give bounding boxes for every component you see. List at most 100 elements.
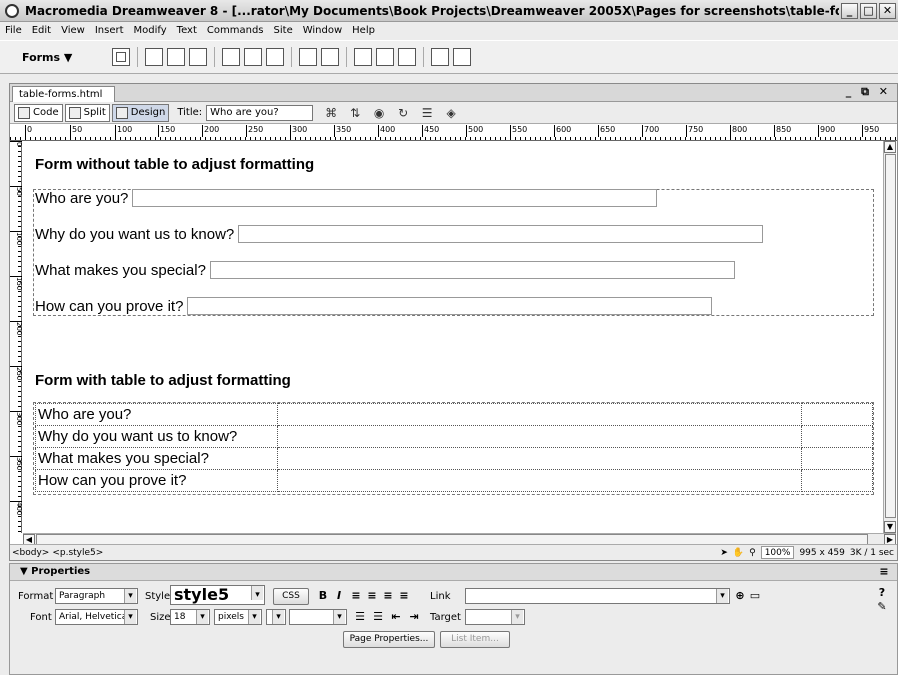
menu-commands[interactable]: Commands [202, 25, 269, 36]
table-cell-empty [801, 469, 873, 492]
table-cell-field[interactable] [277, 425, 802, 448]
form-icon[interactable] [112, 48, 130, 66]
text-field[interactable] [132, 189, 658, 207]
jump-menu-icon[interactable] [321, 48, 339, 66]
ruler-tick: 250 [246, 125, 263, 137]
browse-folder-icon[interactable]: ▭ [748, 589, 762, 603]
maximize-button[interactable]: □ [860, 2, 877, 19]
heading-form-with-table: Form with table to adjust formatting [35, 372, 291, 389]
menu-help[interactable]: Help [347, 25, 380, 36]
menu-insert[interactable]: Insert [90, 25, 129, 36]
style-select[interactable]: style5 [170, 585, 265, 605]
fieldset-icon[interactable] [453, 48, 471, 66]
close-button[interactable]: ✕ [879, 2, 896, 19]
format-select[interactable]: Paragraph [55, 588, 138, 604]
file-management-icon[interactable]: ⇅ [347, 106, 363, 120]
split-view-button[interactable]: Split [64, 103, 110, 122]
menu-site[interactable]: Site [269, 25, 298, 36]
target-select[interactable] [465, 609, 525, 625]
link-input[interactable] [465, 588, 730, 604]
table-cell-field[interactable] [277, 469, 802, 492]
text-field-icon[interactable] [145, 48, 163, 66]
toolbar-separator [214, 47, 215, 67]
justify-icon[interactable]: ≡ [397, 589, 411, 603]
minimize-button[interactable]: _ [841, 2, 858, 19]
align-left-icon[interactable]: ≡ [349, 589, 363, 603]
align-right-icon[interactable]: ≡ [381, 589, 395, 603]
text-field[interactable] [209, 261, 735, 279]
insert-bar: Forms ▼ [0, 40, 898, 74]
tag-selector-p[interactable]: <p.style5> [52, 548, 103, 558]
indent-icon[interactable]: ⇥ [407, 610, 421, 624]
style-label: Style [145, 591, 171, 602]
unordered-list-icon[interactable]: ☰ [353, 610, 367, 624]
window-size[interactable]: 995 x 459 [799, 548, 844, 558]
panel-options-icon[interactable]: ≡ [877, 565, 891, 579]
page-properties-button[interactable]: Page Properties... [343, 631, 435, 648]
design-view-canvas[interactable]: Form without table to adjust formatting … [23, 141, 883, 533]
align-center-icon[interactable]: ≡ [365, 589, 379, 603]
design-view-button[interactable]: Design [111, 103, 170, 122]
insert-category-menu[interactable]: Forms ▼ [22, 51, 110, 64]
document-tab[interactable]: table-forms.html [12, 86, 116, 102]
vruler-tick: 400 [10, 501, 23, 515]
menu-window[interactable]: Window [298, 25, 347, 36]
view-options-icon[interactable]: ☰ [419, 106, 435, 120]
ruler-tick: 350 [334, 125, 351, 137]
no-browser-check-errors-icon[interactable]: ⌘ [323, 106, 339, 120]
tag-selector-body[interactable]: <body> [12, 548, 49, 558]
visual-aids-icon[interactable]: ◈ [443, 106, 459, 120]
scroll-down-icon[interactable]: ▼ [884, 521, 896, 533]
image-field-icon[interactable] [354, 48, 372, 66]
radio-button-icon[interactable] [244, 48, 262, 66]
document-title-input[interactable] [206, 104, 314, 121]
vertical-scrollbar[interactable]: ▲ ▼ [883, 141, 896, 533]
refresh-design-view-icon[interactable]: ↻ [395, 106, 411, 120]
properties-header[interactable]: ▼ Properties [10, 564, 897, 581]
menu-modify[interactable]: Modify [129, 25, 172, 36]
table-cell-empty [801, 425, 873, 448]
menu-file[interactable]: File [0, 25, 27, 36]
menu-view[interactable]: View [56, 25, 90, 36]
color-picker[interactable] [266, 609, 286, 625]
checkbox-icon[interactable] [222, 48, 240, 66]
scroll-thumb[interactable] [885, 154, 896, 518]
scroll-up-icon[interactable]: ▲ [884, 141, 896, 153]
preview-in-browser-icon[interactable]: ◉ [371, 106, 387, 120]
text-field[interactable] [187, 297, 713, 315]
color-hex-input[interactable] [289, 609, 347, 625]
outdent-icon[interactable]: ⇤ [389, 610, 403, 624]
select-tool-icon[interactable]: ➤ [720, 548, 728, 558]
size-select[interactable]: 18 [170, 609, 210, 625]
menu-text[interactable]: Text [172, 25, 202, 36]
table-cell-field[interactable] [277, 403, 802, 426]
label-icon[interactable] [431, 48, 449, 66]
italic-icon[interactable]: I [332, 589, 346, 603]
code-view-button[interactable]: Code [14, 103, 63, 122]
zoom-select[interactable]: 100% [760, 546, 795, 559]
code-view-icon [18, 106, 30, 119]
text-field[interactable] [238, 225, 764, 243]
hand-tool-icon[interactable]: ✋ [733, 548, 744, 558]
button-icon[interactable] [398, 48, 416, 66]
help-icon[interactable]: ? [875, 586, 889, 600]
table-row: How can you prove it? [35, 469, 873, 492]
zoom-tool-icon[interactable]: ⚲ [749, 548, 756, 558]
ordered-list-icon[interactable]: ☰ [371, 610, 385, 624]
unit-select[interactable]: pixels [214, 609, 262, 625]
hidden-field-icon[interactable] [167, 48, 185, 66]
textarea-icon[interactable] [189, 48, 207, 66]
radio-group-icon[interactable] [266, 48, 284, 66]
point-to-file-icon[interactable]: ⊕ [733, 589, 747, 603]
ruler-tick: 700 [642, 125, 659, 137]
bold-icon[interactable]: B [316, 589, 330, 603]
document-window-controls-icon[interactable]: _ ⧉ ✕ [846, 85, 891, 99]
font-select[interactable]: Arial, Helvetica [55, 609, 138, 625]
quick-tag-editor-icon[interactable]: ✎ [875, 600, 889, 614]
file-field-icon[interactable] [376, 48, 394, 66]
table-cell-field[interactable] [277, 447, 802, 470]
list-item-button[interactable]: List Item... [440, 631, 510, 648]
css-button[interactable]: CSS [273, 588, 309, 605]
menu-edit[interactable]: Edit [27, 25, 56, 36]
list-menu-icon[interactable] [299, 48, 317, 66]
